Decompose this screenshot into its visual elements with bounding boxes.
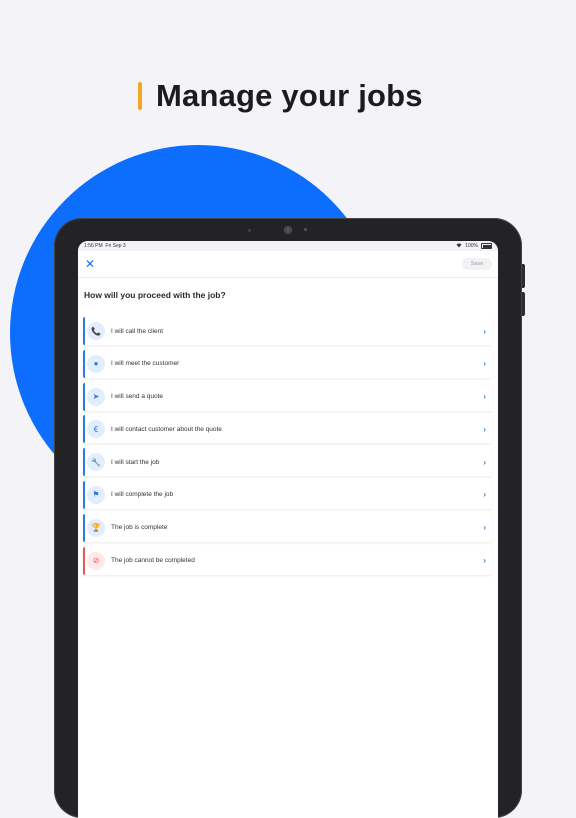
chevron-right-icon: › [483,490,486,500]
chevron-right-icon: › [483,326,486,336]
wifi-icon [456,243,462,250]
option-row[interactable]: € I will contact customer about the quote… [83,415,492,444]
option-row[interactable]: 📞 I will call the client › [83,317,492,345]
chevron-right-icon: › [483,359,486,369]
trophy-icon: 🏆 [87,518,105,537]
option-row[interactable]: ➤ I will send a quote › [83,382,492,411]
status-time: 1:56 PM Fri Sep 3 [84,243,126,249]
option-accent [83,480,85,509]
nav-bar: ✕ Save [78,251,498,278]
option-label: The job is complete [111,524,168,532]
euro-icon: € [87,420,105,439]
close-icon[interactable]: ✕ [85,258,95,270]
option-row[interactable]: ⚑ I will complete the job › [83,480,492,509]
volume-button [522,292,525,316]
option-label: I will call the client [111,327,164,335]
chevron-right-icon: › [483,457,486,467]
chevron-right-icon: › [483,556,486,566]
question-heading: How will you proceed with the job? [84,290,226,300]
camera [284,226,292,234]
option-row[interactable]: 🔧 I will start the job › [83,448,492,477]
option-row[interactable]: 🏆 The job is complete › [83,513,492,542]
status-right: 100% [456,243,492,250]
option-label: I will meet the customer [111,360,180,368]
option-label: The job cannot be completed [111,557,195,565]
option-accent [83,382,85,411]
screen: 1:56 PM Fri Sep 3 100% ✕ Save How will y… [78,241,498,818]
status-date-text: Fri Sep 3 [105,243,126,249]
sensor [304,228,307,231]
volume-button [522,264,525,288]
sensor [248,229,251,232]
battery-icon [481,243,492,249]
chevron-right-icon: › [483,424,486,434]
option-accent [83,448,85,477]
send-icon: ➤ [87,387,105,406]
options-list: 📞 I will call the client › ● I will meet the… [83,317,492,579]
option-accent [83,546,85,575]
option-accent [83,317,85,345]
phone-icon: 📞 [87,322,105,340]
option-accent [83,349,85,378]
headline-accent-bar [138,82,142,110]
option-label: I will send a quote [111,393,164,401]
block-icon: ⊘ [87,551,105,570]
option-label: I will start the job [111,458,160,466]
option-accent [83,513,85,542]
status-bar: 1:56 PM Fri Sep 3 100% [78,241,498,251]
option-row[interactable]: ● I will meet the customer › [83,349,492,378]
option-label: I will complete the job [111,491,174,499]
save-button[interactable]: Save [462,258,492,270]
option-accent [83,415,85,444]
page-title: Manage your jobs [156,78,423,113]
battery-percent: 100% [465,243,478,249]
person-icon: ● [87,354,105,373]
chevron-right-icon: › [483,392,486,402]
option-label: I will contact customer about the quote [111,425,222,433]
wrench-icon: 🔧 [87,453,105,472]
flag-icon: ⚑ [87,485,105,504]
headline: Manage your jobs [138,76,423,116]
status-time-text: 1:56 PM [84,243,103,249]
option-row[interactable]: ⊘ The job cannot be completed › [83,546,492,575]
chevron-right-icon: › [483,523,486,533]
tablet-device: 1:56 PM Fri Sep 3 100% ✕ Save How will y… [54,218,525,818]
